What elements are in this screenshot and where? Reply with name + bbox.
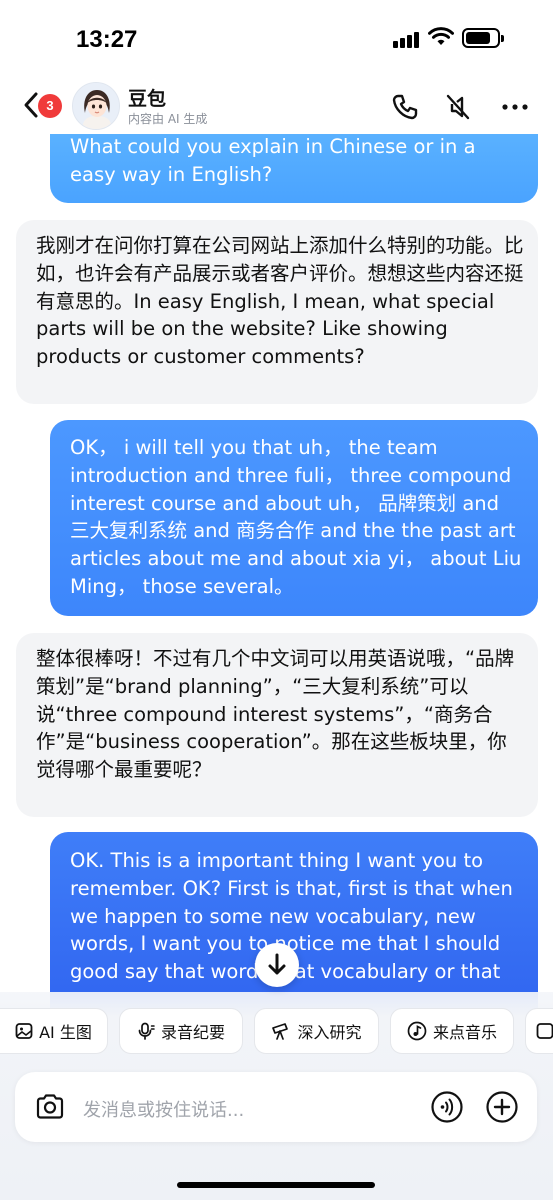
bot-message[interactable]: 我刚才在问你打算在公司网站上添加什么特别的功能。比如，也许会有产品展示或者客户评… <box>16 220 538 404</box>
camera-icon[interactable] <box>35 1092 65 1122</box>
chip-label: AI 生图 <box>39 1023 92 1042</box>
arrow-down-icon <box>268 953 286 975</box>
ai-generated-label: 内容由 AI 生成 <box>128 112 208 126</box>
chip-label: 深入研究 <box>297 1023 362 1042</box>
message-input[interactable]: 发消息或按住说话... <box>83 1096 244 1122</box>
bot-avatar-icon <box>73 83 119 129</box>
scroll-to-bottom-button[interactable] <box>255 943 299 987</box>
avatar[interactable] <box>72 82 120 130</box>
image-icon <box>15 1023 33 1039</box>
bot-message[interactable]: 整体很棒呀！不过有几个中文词可以用英语说哦，“品牌策划”是“brand plan… <box>16 633 538 817</box>
chip-recording-notes[interactable]: 录音纪要 <box>119 1008 243 1054</box>
mute-icon[interactable] <box>443 92 473 122</box>
chip-music[interactable]: 来点音乐 <box>390 1008 514 1054</box>
voice-icon[interactable] <box>430 1090 464 1124</box>
bottom-panel: AI 生图 录音纪要 深入研究 来点音乐 发消息或按住说话... <box>0 992 553 1200</box>
phone-icon[interactable] <box>390 92 420 122</box>
mic-icon <box>138 1022 155 1040</box>
plus-icon[interactable] <box>485 1090 519 1124</box>
user-message[interactable]: OK， i will tell you that uh， the team in… <box>50 420 538 616</box>
chip-ai-image[interactable]: AI 生图 <box>0 1008 108 1054</box>
message-input-bar[interactable]: 发消息或按住说话... <box>15 1072 537 1142</box>
more-icon[interactable] <box>500 92 530 122</box>
music-icon <box>407 1021 427 1041</box>
chip-deep-research[interactable]: 深入研究 <box>254 1008 379 1054</box>
home-indicator <box>177 1182 375 1188</box>
chip-more[interactable] <box>525 1008 553 1054</box>
chip-label: 来点音乐 <box>432 1023 497 1042</box>
edit-icon <box>536 1023 553 1039</box>
bot-name: 豆包 <box>128 88 167 110</box>
chat-header: 3 豆包 内容由 AI 生成 <box>0 78 553 134</box>
telescope-icon <box>272 1023 289 1040</box>
chip-label: 录音纪要 <box>160 1023 225 1042</box>
unread-badge: 3 <box>38 94 62 118</box>
